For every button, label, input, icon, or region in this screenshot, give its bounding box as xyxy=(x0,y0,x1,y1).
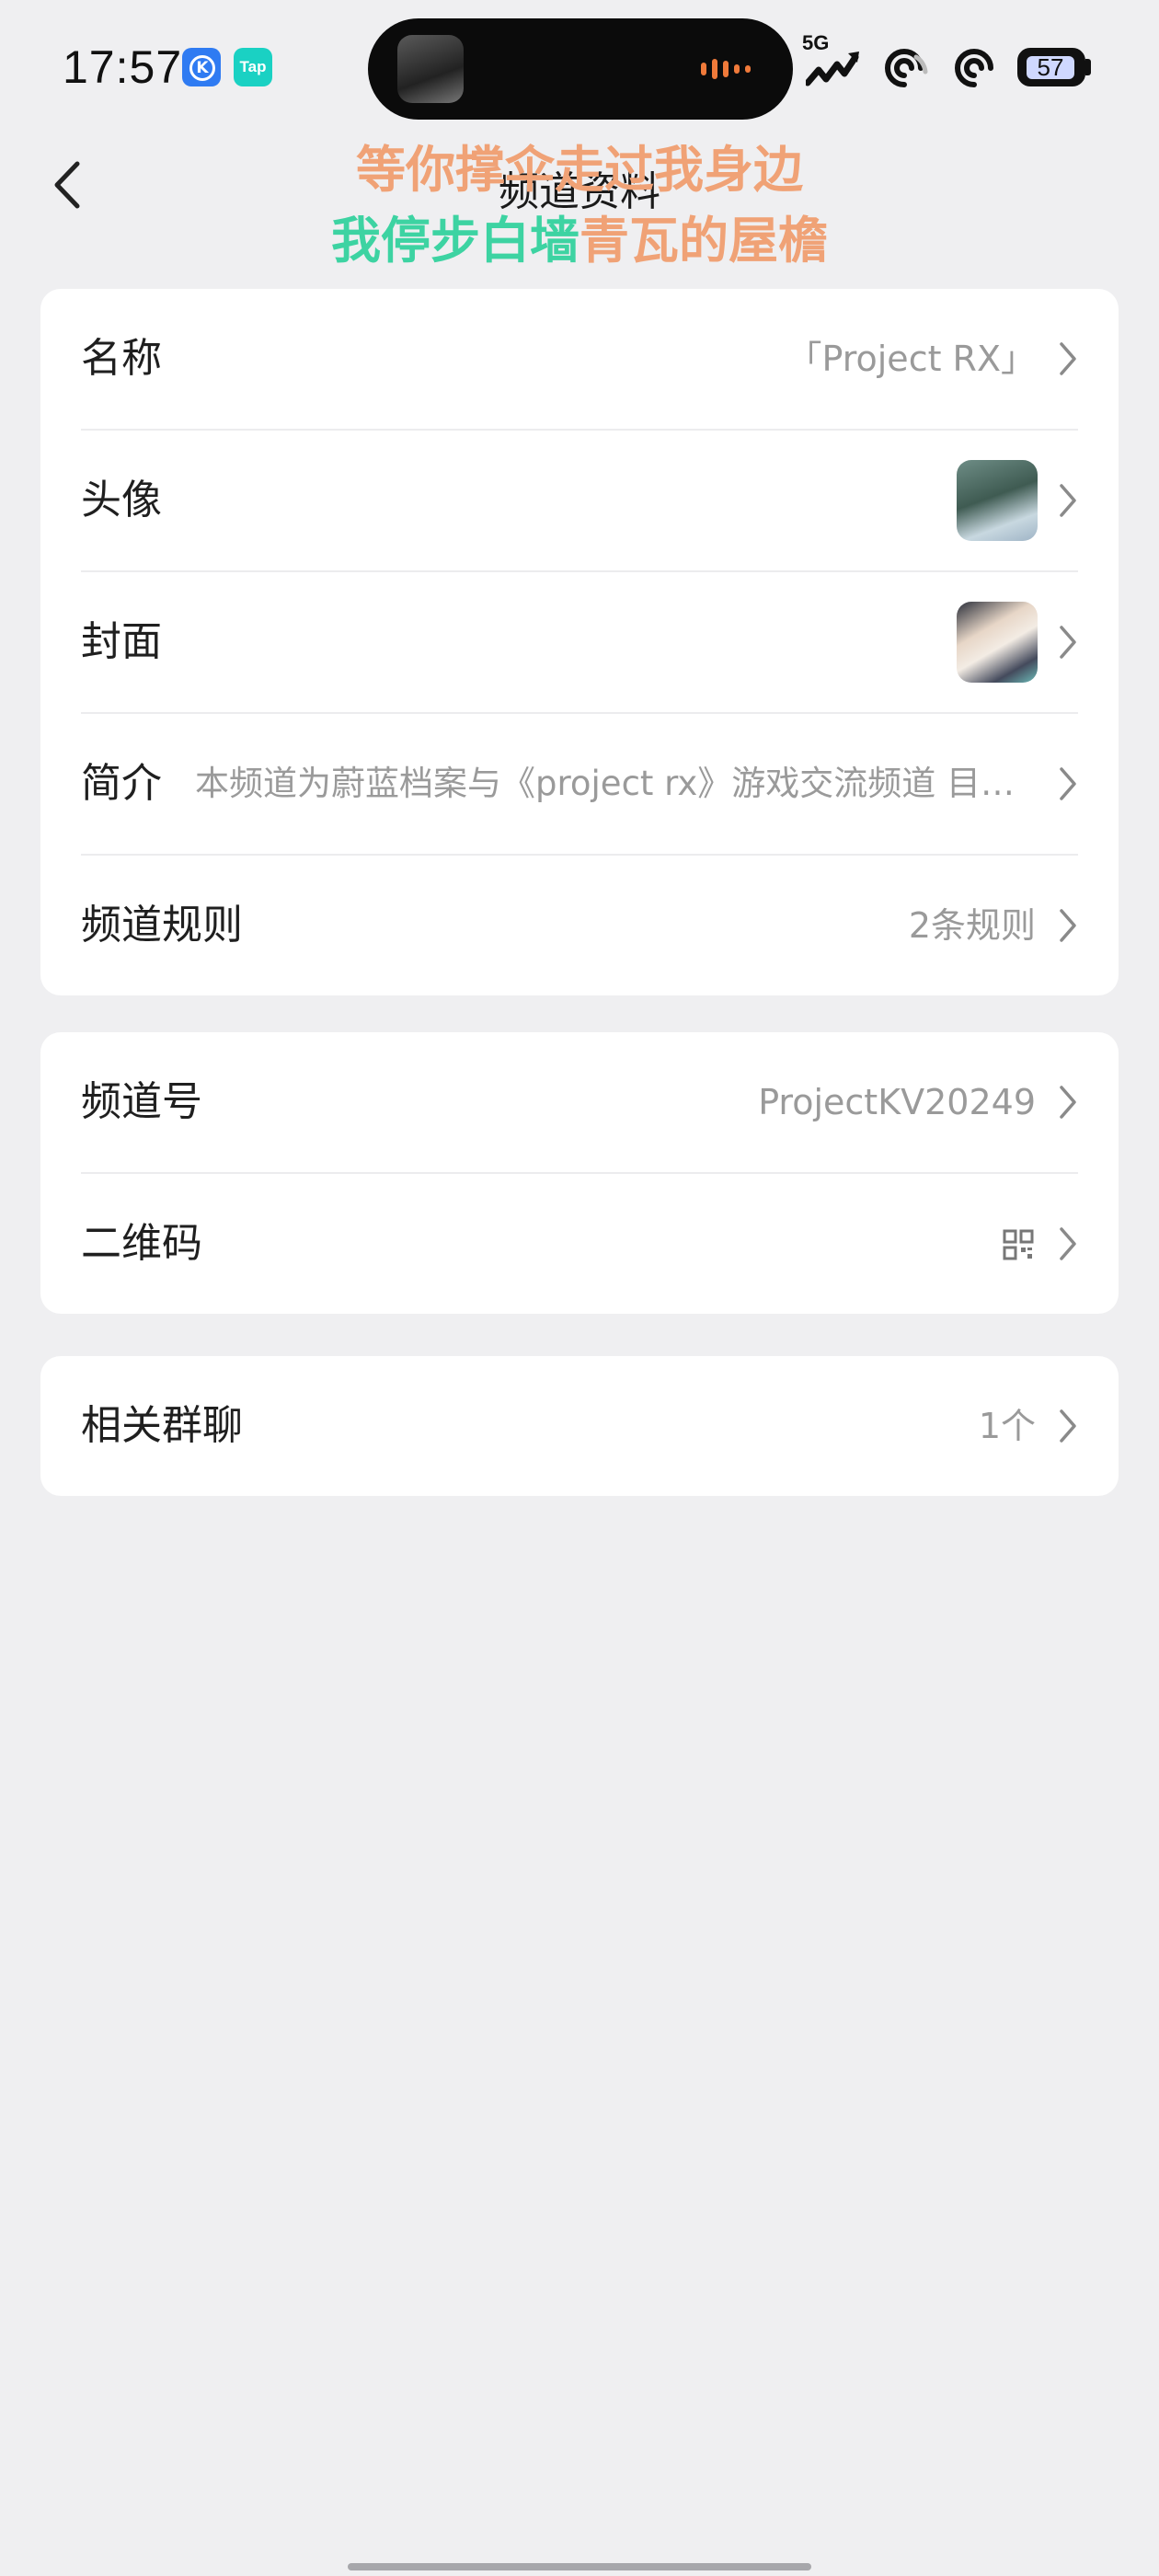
status-bar: 17:57 K Tap 5G 57 xyxy=(0,0,1159,138)
chevron-right-icon xyxy=(1060,626,1076,659)
qrcode-label: 二维码 xyxy=(81,1220,202,1267)
lyric-line-2-rest: 青瓦的屋檐 xyxy=(580,212,828,270)
rules-row[interactable]: 频道规则 2条规则 xyxy=(81,856,1078,995)
name-row[interactable]: 名称 「Project RX」 xyxy=(81,289,1078,431)
group-chat-card: 相关群聊 1个 xyxy=(40,1356,1119,1496)
chevron-right-icon xyxy=(1060,484,1076,517)
k-app-icon: K xyxy=(182,48,221,86)
cover-row[interactable]: 封面 xyxy=(81,572,1078,714)
data-activity-icon xyxy=(885,49,928,87)
qr-code-icon xyxy=(1003,1229,1034,1260)
lyric-line-2-highlight: 我停步白墙 xyxy=(331,212,580,270)
wifi-icon xyxy=(955,49,993,87)
chevron-right-icon xyxy=(1060,1227,1076,1260)
lyric-line-1: 等你撑伞走过我身边 xyxy=(356,141,803,199)
channel-avatar-image xyxy=(957,460,1038,541)
channel-info-card: 名称 「Project RX」 头像 封面 简介 本频道为蔚蓝档案与《proje… xyxy=(40,289,1119,995)
group-chat-row[interactable]: 相关群聊 1个 xyxy=(81,1356,1078,1496)
tap-app-icon: Tap xyxy=(234,48,272,86)
rules-label: 频道规则 xyxy=(81,902,243,949)
intro-value: 本频道为蔚蓝档案与《project rx》游戏交流频道 目… xyxy=(195,764,1016,803)
intro-row[interactable]: 简介 本频道为蔚蓝档案与《project rx》游戏交流频道 目… xyxy=(81,714,1078,856)
avatar-label: 头像 xyxy=(81,477,162,523)
avatar-row[interactable]: 头像 xyxy=(81,431,1078,572)
chevron-right-icon xyxy=(1060,342,1076,375)
battery-cap xyxy=(1085,59,1091,75)
battery-icon: 57 xyxy=(1017,48,1085,86)
battery-level: 57 xyxy=(1027,55,1074,79)
cover-label: 封面 xyxy=(81,618,162,665)
music-artwork-icon xyxy=(397,35,464,103)
channel-id-value: ProjectKV20249 xyxy=(758,1082,1036,1122)
qrcode-row[interactable]: 二维码 xyxy=(81,1174,1078,1314)
channel-cover-image xyxy=(957,602,1038,683)
channel-id-row[interactable]: 频道号 ProjectKV20249 xyxy=(81,1032,1078,1174)
lyric-line-2: 我停步白墙青瓦的屋檐 xyxy=(0,200,1159,272)
cellular-signal-icon xyxy=(806,52,859,86)
group-chat-value: 1个 xyxy=(978,1406,1036,1446)
chevron-right-icon xyxy=(1060,767,1076,800)
home-indicator[interactable] xyxy=(348,2563,811,2570)
status-time: 17:57 xyxy=(63,41,183,93)
name-value: 「Project RX」 xyxy=(786,339,1036,379)
chevron-right-icon xyxy=(1060,909,1076,942)
intro-label: 简介 xyxy=(81,760,162,807)
chevron-right-icon xyxy=(1060,1086,1076,1119)
channel-id-label: 频道号 xyxy=(81,1078,202,1125)
dynamic-island[interactable] xyxy=(368,18,793,120)
chevron-right-icon xyxy=(1060,1409,1076,1443)
rules-value: 2条规则 xyxy=(908,905,1036,946)
channel-id-card: 频道号 ProjectKV20249 二维码 xyxy=(40,1032,1119,1314)
audio-wave-icon xyxy=(701,59,756,81)
name-label: 名称 xyxy=(81,335,162,382)
group-chat-label: 相关群聊 xyxy=(81,1402,243,1449)
